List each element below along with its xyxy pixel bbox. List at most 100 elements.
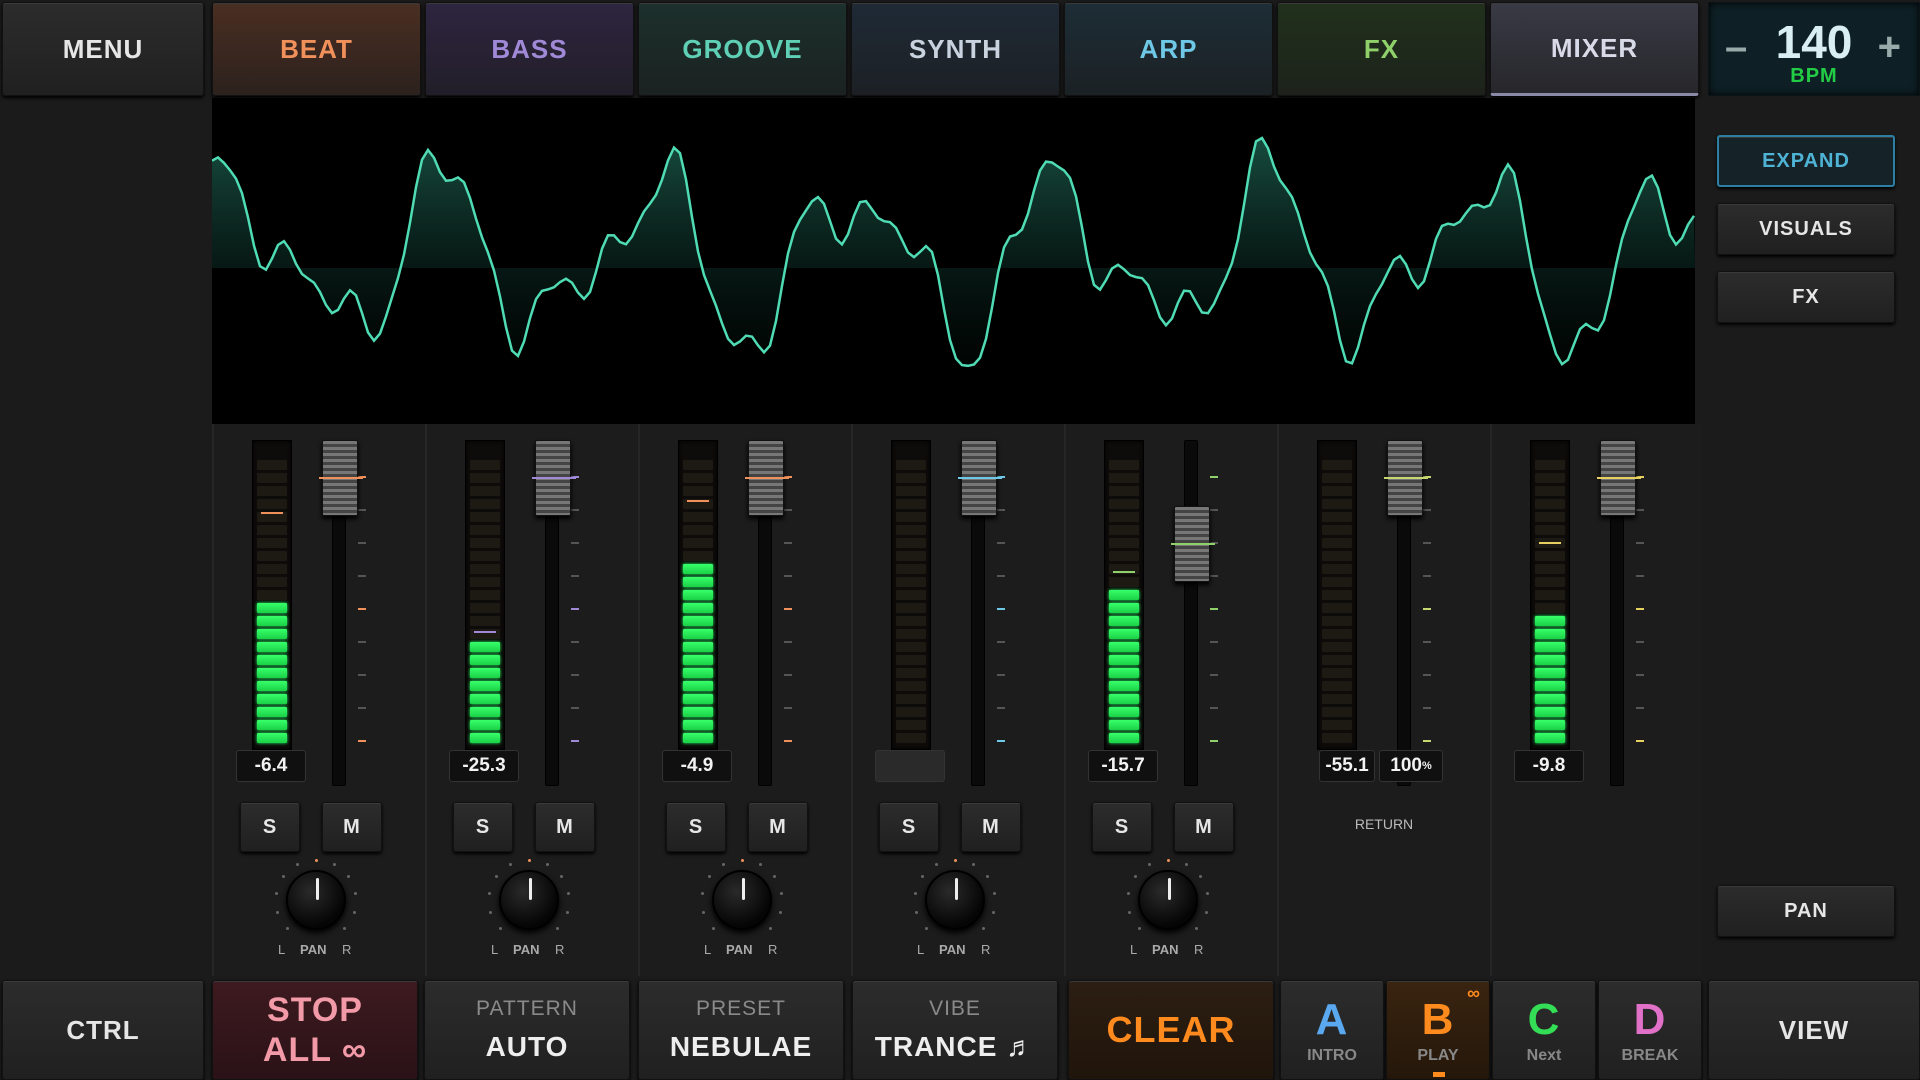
fader-tick xyxy=(571,575,579,577)
pan-right-label: R xyxy=(555,942,565,957)
solo-button[interactable]: S xyxy=(1092,802,1152,852)
tab-arp[interactable]: ARP xyxy=(1064,2,1273,96)
view-button[interactable]: VIEW xyxy=(1708,980,1920,1080)
scene-c-button[interactable]: C Next xyxy=(1492,980,1596,1080)
pan-scale-dot xyxy=(509,862,513,866)
solo-button[interactable]: S xyxy=(666,802,726,852)
meter-segment xyxy=(683,733,713,743)
fader-handle[interactable] xyxy=(1171,506,1215,582)
pan-right-label: R xyxy=(981,942,991,957)
solo-button[interactable]: S xyxy=(453,802,513,852)
fader-tick xyxy=(784,575,792,577)
meter-segment xyxy=(1535,512,1565,522)
bpm-increase-button[interactable]: + xyxy=(1878,25,1901,70)
ctrl-button[interactable]: CTRL xyxy=(2,980,204,1080)
meter-segment xyxy=(1109,499,1139,509)
tab-bass[interactable]: BASS xyxy=(425,2,634,96)
meter-segment xyxy=(896,538,926,548)
pan-scale-dot xyxy=(567,892,570,896)
fader-handle[interactable] xyxy=(532,440,576,516)
fader-tick xyxy=(358,740,366,742)
pan-left-label: L xyxy=(278,942,286,957)
meter-segment xyxy=(1109,473,1139,483)
pan-side-button[interactable]: PAN xyxy=(1717,885,1895,937)
mixer-panel: -6.4 S M L PAN R -25.3 S M L PAN R -4.9 S M L PAN R S M L PAN… xyxy=(212,424,1702,976)
fader-tick xyxy=(1636,641,1644,643)
channel-strip: -25.3 S M L PAN R xyxy=(425,424,637,976)
meter-segment xyxy=(683,473,713,483)
fader-tick xyxy=(997,542,1005,544)
meter-segment xyxy=(470,707,500,717)
fader-handle[interactable] xyxy=(745,440,789,516)
scene-a-button[interactable]: A INTRO xyxy=(1280,980,1384,1080)
meter-segment xyxy=(896,577,926,587)
pan-right-label: R xyxy=(342,942,352,957)
fader-handle[interactable] xyxy=(1597,440,1641,516)
meter-segment xyxy=(1535,668,1565,678)
mute-button[interactable]: M xyxy=(1174,802,1234,852)
fader-handle[interactable] xyxy=(319,440,363,516)
meter-segment xyxy=(1535,590,1565,600)
return-level-unit: % xyxy=(1421,760,1432,772)
level-readout: -6.4 xyxy=(236,750,306,782)
solo-button[interactable]: S xyxy=(240,802,300,852)
pan-scale-dot xyxy=(913,892,917,896)
fader-tick xyxy=(784,707,792,709)
preset-button[interactable]: PRESET NEBULAE xyxy=(638,980,844,1080)
meter-segment xyxy=(683,694,713,704)
pan-knob[interactable] xyxy=(712,870,772,930)
meter-segment xyxy=(257,668,287,678)
pan-knob[interactable] xyxy=(286,870,346,930)
fader-handle[interactable] xyxy=(958,440,1002,516)
return-level-readout: 100% xyxy=(1379,750,1443,782)
pan-scale-dot xyxy=(921,874,925,878)
pan-scale-dot xyxy=(740,858,744,862)
fader-tick xyxy=(358,608,366,610)
level-meter xyxy=(1104,440,1144,750)
waveform-graph xyxy=(211,98,1696,424)
pattern-button[interactable]: PATTERN AUTO xyxy=(424,980,630,1080)
clear-button[interactable]: CLEAR xyxy=(1068,980,1274,1080)
meter-segment xyxy=(1322,538,1352,548)
meter-segment xyxy=(1535,564,1565,574)
tab-synth[interactable]: SYNTH xyxy=(851,2,1060,96)
mute-button[interactable]: M xyxy=(322,802,382,852)
vibe-button[interactable]: VIBE TRANCE ♬ xyxy=(852,980,1058,1080)
pan-scale-dot xyxy=(354,892,357,896)
meter-segment xyxy=(683,603,713,613)
fader-tick xyxy=(1210,707,1218,709)
meter-segment xyxy=(1109,551,1139,561)
tab-beat[interactable]: BEAT xyxy=(212,2,421,96)
pan-scale-dot xyxy=(915,910,919,914)
meter-segment xyxy=(1109,512,1139,522)
pan-knob[interactable] xyxy=(499,870,559,930)
fader-tick xyxy=(1423,707,1431,709)
solo-button[interactable]: S xyxy=(879,802,939,852)
fader-handle[interactable] xyxy=(1384,440,1428,516)
tab-fx[interactable]: FX xyxy=(1277,2,1486,96)
fader-tick xyxy=(358,641,366,643)
stop-all-button[interactable]: STOP ALL ∞ xyxy=(212,980,418,1080)
meter-segment xyxy=(1322,460,1352,470)
meter-segment xyxy=(1322,681,1352,691)
mute-button[interactable]: M xyxy=(961,802,1021,852)
scene-d-button[interactable]: D BREAK xyxy=(1598,980,1702,1080)
fader-tick xyxy=(784,740,792,742)
preset-label: PRESET xyxy=(695,997,787,1020)
tab-groove[interactable]: GROOVE xyxy=(638,2,847,96)
fx-side-button[interactable]: FX xyxy=(1717,271,1895,323)
meter-segment xyxy=(257,551,287,561)
fader-track[interactable] xyxy=(1184,440,1198,786)
expand-button[interactable]: EXPAND xyxy=(1717,135,1895,187)
pan-knob[interactable] xyxy=(925,870,985,930)
mute-button[interactable]: M xyxy=(535,802,595,852)
visuals-button[interactable]: VISUALS xyxy=(1717,203,1895,255)
fader-tick xyxy=(784,542,792,544)
menu-button[interactable]: MENU xyxy=(2,2,204,96)
mute-button[interactable]: M xyxy=(748,802,808,852)
pan-knob[interactable] xyxy=(1138,870,1198,930)
meter-segment xyxy=(257,733,287,743)
tab-mixer[interactable]: MIXER xyxy=(1490,2,1699,96)
pan-scale-dot xyxy=(296,862,300,866)
scene-b-button[interactable]: B PLAY ∞ xyxy=(1386,980,1490,1080)
